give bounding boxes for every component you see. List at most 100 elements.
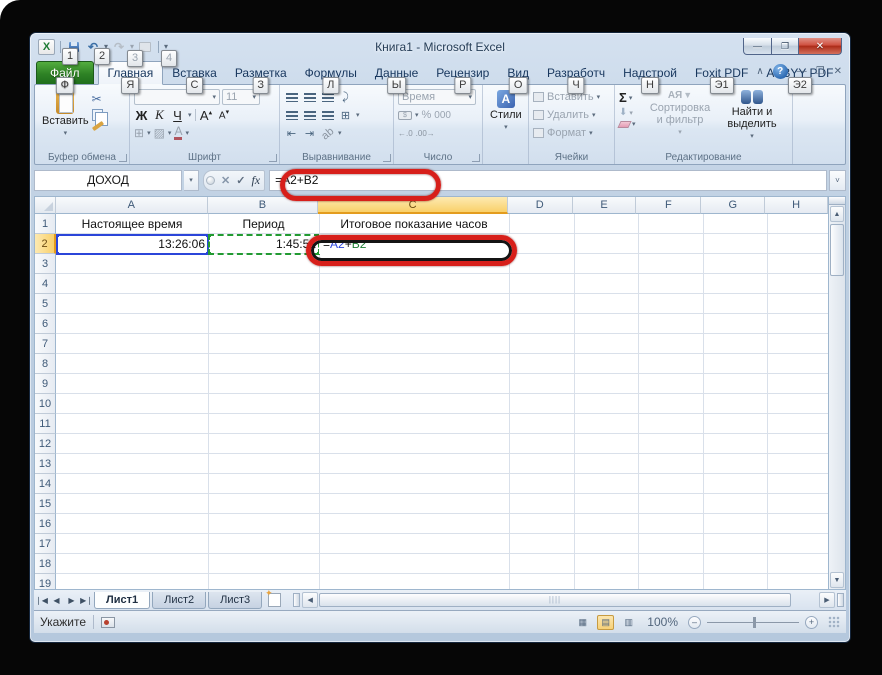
row-header[interactable]: 16 [35, 514, 56, 534]
ribbon-tab[interactable]: Разработч Ч [538, 62, 614, 94]
zoom-level[interactable]: 100% [647, 615, 678, 629]
zoom-slider[interactable] [707, 616, 799, 628]
sheet-tab-3[interactable]: Лист3 [208, 591, 263, 609]
percent-button[interactable]: % [422, 109, 432, 121]
dialog-launcher-icon[interactable] [269, 154, 277, 162]
row-header[interactable]: 1 [35, 214, 56, 234]
italic-button[interactable]: К [152, 107, 167, 123]
formula-input[interactable]: =A2+B2 [269, 169, 827, 191]
excel-logo-icon[interactable]: X [38, 38, 55, 55]
row-header[interactable]: 13 [35, 454, 56, 474]
scroll-down-icon[interactable]: ▼ [830, 572, 844, 588]
redo-button[interactable]: ↷ [111, 40, 127, 54]
page-layout-view-button[interactable]: ▤ [597, 614, 615, 630]
column-header[interactable]: D [507, 197, 573, 214]
vertical-scrollbar[interactable]: ▲ ▼ [828, 197, 845, 589]
dialog-launcher-icon[interactable] [119, 154, 127, 162]
page-break-view-button[interactable]: ▥ [620, 615, 637, 630]
cell-C2-editing[interactable]: = A2 + B2 [319, 234, 515, 254]
zoom-out-button[interactable]: – [688, 615, 701, 629]
increase-decimal-button[interactable]: ←.0 [398, 129, 413, 138]
dialog-launcher-icon[interactable] [383, 154, 391, 162]
name-box-dropdown[interactable]: ▾ [184, 169, 199, 191]
decrease-indent-button[interactable]: ⇤ [284, 126, 299, 141]
normal-view-button[interactable]: ▦ [574, 615, 591, 630]
row-header[interactable]: 3 [35, 254, 56, 274]
ribbon-tab[interactable]: Вид О [498, 62, 538, 94]
ribbon-tab[interactable]: Надстрой Н [614, 62, 686, 94]
row-header[interactable]: 6 [35, 314, 56, 334]
cell-A1[interactable]: Настоящее время [56, 214, 208, 234]
find-select-button[interactable]: Найти и выделить ▾ [716, 88, 788, 150]
workbook-minimize-icon[interactable]: — [797, 66, 807, 77]
column-header[interactable]: A [55, 197, 208, 214]
scroll-thumb[interactable] [319, 593, 791, 607]
decrease-decimal-button[interactable]: .00→ [416, 129, 435, 138]
row-header[interactable]: 8 [35, 354, 56, 374]
zoom-in-button[interactable]: + [805, 615, 818, 629]
currency-button[interactable]: $ [398, 110, 412, 120]
column-header[interactable]: E [572, 197, 637, 214]
align-center-button[interactable] [302, 108, 317, 123]
row-header[interactable]: 11 [35, 414, 56, 434]
tab-split-handle[interactable] [837, 593, 844, 607]
scroll-thumb[interactable] [830, 224, 844, 276]
workbook-restore-icon[interactable]: ❐ [816, 66, 825, 77]
restore-button[interactable]: ❐ [772, 38, 799, 55]
increase-indent-button[interactable]: ⇥ [302, 126, 317, 141]
resize-grip[interactable] [828, 616, 840, 628]
dialog-launcher-icon[interactable] [472, 154, 480, 162]
shrink-font-button[interactable]: А▾ [217, 108, 232, 121]
align-right-button[interactable] [320, 108, 335, 123]
ribbon-tab[interactable]: Данные Ы [366, 62, 427, 94]
clear-button[interactable] [617, 120, 632, 128]
column-header[interactable]: H [765, 197, 829, 214]
underline-button[interactable]: Ч [170, 108, 185, 123]
splitter-handle[interactable] [206, 175, 215, 185]
help-icon[interactable]: ? [772, 64, 788, 79]
styles-button[interactable]: А Стили ▾ [487, 88, 525, 150]
split-handle[interactable] [829, 197, 845, 205]
font-color-button[interactable]: А [174, 125, 183, 140]
column-header[interactable]: F [636, 197, 702, 214]
minimize-button[interactable]: — [743, 38, 772, 55]
collapse-ribbon-icon[interactable]: ∧ [756, 66, 763, 77]
zoom-slider-knob[interactable] [753, 616, 756, 628]
autosum-button[interactable]: Σ [619, 90, 627, 105]
scroll-up-icon[interactable]: ▲ [830, 206, 844, 222]
bold-button[interactable]: Ж [134, 108, 149, 123]
scroll-left-icon[interactable]: ◀ [302, 592, 319, 608]
cancel-button[interactable]: ✕ [221, 174, 230, 187]
workbook-close-icon[interactable]: ✕ [834, 66, 842, 77]
first-sheet-button[interactable]: ❘◀ [34, 596, 49, 605]
select-all-corner[interactable] [35, 197, 56, 214]
grow-font-button[interactable]: А▴ [199, 108, 214, 123]
align-middle-button[interactable] [302, 90, 317, 105]
tab-split-handle[interactable] [293, 593, 301, 607]
cell-C1[interactable]: Итоговое показание часов [319, 214, 509, 234]
align-top-button[interactable] [284, 90, 299, 105]
row-header[interactable]: 14 [35, 474, 56, 494]
scroll-right-icon[interactable]: ▶ [819, 592, 835, 608]
expand-formula-bar-button[interactable]: ˅ [829, 169, 846, 191]
row-header[interactable]: 19 [35, 574, 56, 589]
column-header[interactable]: B [207, 197, 319, 214]
prev-sheet-button[interactable]: ◀ [49, 596, 64, 605]
paste-button[interactable]: Вставить ▾ [39, 88, 92, 150]
sheet-tab-1[interactable]: Лист1 [94, 591, 151, 609]
next-sheet-button[interactable]: ▶ [64, 596, 79, 605]
last-sheet-button[interactable]: ▶❘ [79, 596, 94, 605]
format-painter-button[interactable] [91, 120, 104, 132]
ribbon-tab[interactable]: Формулы Л [296, 62, 366, 94]
wrap-text-button[interactable]: ⤸ [338, 90, 353, 105]
enter-button[interactable]: ✓ [236, 174, 245, 187]
insert-sheet-button[interactable] [265, 588, 282, 607]
row-header[interactable]: 15 [35, 494, 56, 514]
merge-center-button[interactable]: ⊞ [338, 108, 353, 123]
ribbon-tab[interactable]: Рецензир Р [427, 62, 498, 94]
row-header[interactable]: 10 [35, 394, 56, 414]
row-header[interactable]: 5 [35, 294, 56, 314]
cell-B1[interactable]: Период [208, 214, 319, 234]
sheet-tab-2[interactable]: Лист2 [152, 591, 207, 609]
row-header[interactable]: 4 [35, 274, 56, 294]
